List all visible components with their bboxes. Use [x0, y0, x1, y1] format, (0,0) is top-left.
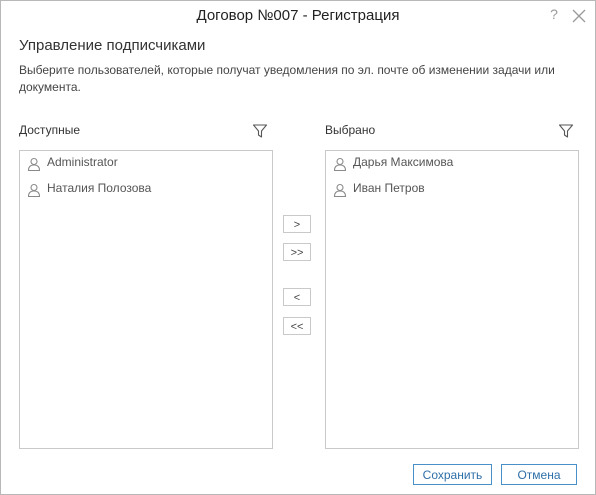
filter-icon[interactable]: [252, 123, 268, 139]
subscribers-dialog: Договор №007 - Регистрация ? Управление …: [0, 0, 596, 495]
user-icon: [333, 183, 347, 197]
list-item-label: Дарья Максимова: [353, 155, 454, 169]
list-item[interactable]: Administrator: [20, 151, 272, 177]
selected-list[interactable]: Дарья Максимова Иван Петров: [325, 150, 579, 449]
remove-selected-button[interactable]: <: [283, 288, 311, 306]
list-item-label: Наталия Полозова: [47, 181, 152, 195]
description-text: Выберите пользователей, которые получат …: [19, 63, 555, 94]
list-item[interactable]: Иван Петров: [326, 177, 578, 203]
close-icon[interactable]: [571, 8, 587, 24]
list-item[interactable]: Наталия Полозова: [20, 177, 272, 203]
list-item-label: Иван Петров: [353, 181, 425, 195]
help-icon[interactable]: ?: [547, 6, 561, 24]
filter-icon[interactable]: [558, 123, 574, 139]
user-icon: [27, 183, 41, 197]
cancel-button[interactable]: Отмена: [501, 464, 577, 485]
selected-label: Выбрано: [325, 123, 376, 137]
user-icon: [27, 157, 41, 171]
remove-all-button[interactable]: <<: [283, 317, 311, 335]
title-bar: Договор №007 - Регистрация ?: [1, 1, 595, 31]
available-list[interactable]: Administrator Наталия Полозова: [19, 150, 273, 449]
list-item[interactable]: Дарья Максимова: [326, 151, 578, 177]
section-heading: Управление подписчиками: [19, 37, 206, 54]
user-icon: [333, 157, 347, 171]
add-selected-button[interactable]: >: [283, 215, 311, 233]
list-item-label: Administrator: [47, 155, 118, 169]
add-all-button[interactable]: >>: [283, 243, 311, 261]
available-label: Доступные: [19, 123, 80, 137]
window-title: Договор №007 - Регистрация: [196, 7, 400, 24]
save-button[interactable]: Сохранить: [413, 464, 492, 485]
